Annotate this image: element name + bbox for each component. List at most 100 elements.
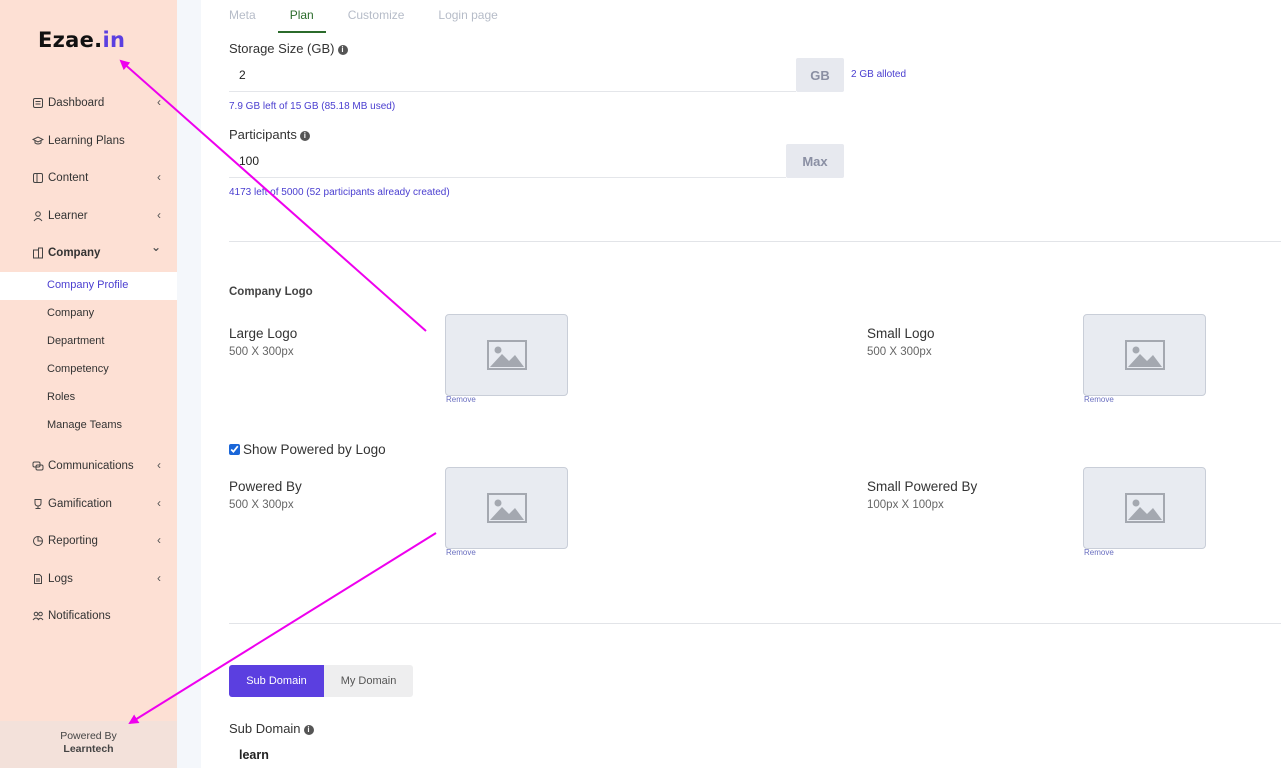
section-divider (229, 241, 1281, 242)
small-powered-by-size: 100px X 100px (867, 499, 944, 511)
sidebar-item-label: Notifications (48, 610, 111, 622)
sidebar-item-label: Learner (48, 210, 88, 222)
chat-icon (32, 460, 44, 472)
participants-label-text: Participants (229, 127, 297, 142)
chevron-left-icon: ‹ (157, 208, 161, 222)
sidebar-item-logs[interactable]: Logs ‹ (32, 568, 167, 590)
sidebar-item-gamification[interactable]: Gamification ‹ (32, 493, 167, 515)
sidebar-item-label: Reporting (48, 535, 98, 547)
storage-size-label-text: Storage Size (GB) (229, 41, 335, 56)
sub-domain-field[interactable] (229, 738, 829, 768)
storage-alloted-text: 2 GB alloted (851, 69, 907, 80)
large-logo-upload[interactable] (445, 314, 568, 396)
small-logo-size: 500 X 300px (867, 346, 932, 358)
sub-domain-label: Sub Domain i (229, 721, 314, 736)
show-powered-checkbox[interactable] (229, 444, 240, 455)
sidebar-item-learning-plans[interactable]: Learning Plans (32, 130, 167, 152)
chevron-left-icon: ‹ (157, 170, 161, 184)
sub-domain-label-text: Sub Domain (229, 721, 301, 736)
show-powered-row: Show Powered by Logo (229, 442, 386, 457)
users-icon (32, 610, 44, 622)
brand-logo-text: Ezae. (38, 28, 103, 52)
sidebar-item-label: Dashboard (48, 97, 105, 109)
powered-by-logo-upload[interactable] (445, 467, 568, 549)
storage-size-label: Storage Size (GB) i (229, 41, 348, 56)
graduation-cap-icon (32, 135, 44, 147)
content-gutter (177, 0, 201, 768)
company-group-bg (0, 232, 177, 272)
content-icon (32, 172, 44, 184)
participants-field[interactable] (229, 144, 786, 178)
show-powered-label: Show Powered by Logo (243, 442, 386, 457)
small-logo-label: Small Logo (867, 326, 935, 341)
small-logo-remove-link[interactable]: Remove (1084, 395, 1114, 404)
large-logo-remove-link[interactable]: Remove (446, 395, 476, 404)
trophy-icon (32, 498, 44, 510)
small-powered-by-upload[interactable] (1083, 467, 1206, 549)
small-powered-by-label: Small Powered By (867, 479, 978, 494)
learner-icon (32, 210, 44, 222)
image-placeholder-icon (1124, 340, 1165, 370)
sidebar-item-dashboard[interactable]: Dashboard ‹ (32, 92, 167, 114)
storage-size-field[interactable] (229, 58, 796, 92)
powered-by-remove-link[interactable]: Remove (446, 548, 476, 557)
my-domain-tab[interactable]: My Domain (324, 665, 413, 697)
large-logo-size: 500 X 300px (229, 346, 294, 358)
image-placeholder-icon (1124, 493, 1165, 523)
info-icon[interactable]: i (299, 131, 310, 141)
sidebar-item-label: Learning Plans (48, 135, 125, 147)
chevron-left-icon: ‹ (157, 571, 161, 585)
powered-by-text: Powered By (60, 730, 117, 742)
settings-tabs: Meta Plan Customize Login page (229, 0, 532, 33)
sidebar-item-label: Communications (48, 460, 134, 472)
sidebar-subitem-company[interactable]: Company (47, 307, 94, 319)
sidebar-item-content[interactable]: Content ‹ (32, 167, 167, 189)
chevron-left-icon: ‹ (157, 458, 161, 472)
storage-unit-addon: GB (796, 58, 844, 92)
participants-label: Participants i (229, 127, 310, 142)
participants-max-addon: Max (786, 144, 844, 178)
powered-by-footer: Powered By Learntech (0, 721, 177, 768)
tab-meta[interactable]: Meta (229, 0, 256, 33)
participants-hint: 4173 left of 5000 (52 participants alrea… (229, 187, 450, 198)
sidebar-item-label: Gamification (48, 498, 112, 510)
image-placeholder-icon (486, 493, 527, 523)
sidebar-item-reporting[interactable]: Reporting ‹ (32, 530, 167, 552)
sidebar-item-label: Logs (48, 573, 73, 585)
sidebar-subitem-manage-teams[interactable]: Manage Teams (47, 419, 122, 431)
tab-plan[interactable]: Plan (277, 0, 326, 33)
storage-size-input[interactable] (229, 58, 796, 91)
sidebar-subitem-roles[interactable]: Roles (47, 391, 75, 403)
sidebar-item-learner[interactable]: Learner ‹ (32, 205, 167, 227)
tab-customize[interactable]: Customize (348, 0, 405, 33)
section-divider (229, 623, 1281, 624)
chevron-left-icon: ‹ (157, 533, 161, 547)
brand-logo-accent: in (102, 28, 126, 52)
small-powered-by-remove-link[interactable]: Remove (1084, 548, 1114, 557)
tab-login-page[interactable]: Login page (438, 0, 497, 33)
sidebar-subitem-competency[interactable]: Competency (47, 363, 109, 375)
sidebar-subitem-label: Company Profile (47, 279, 129, 291)
info-icon[interactable]: i (337, 45, 348, 55)
info-icon[interactable]: i (303, 725, 314, 735)
sub-domain-input[interactable] (229, 738, 829, 768)
sidebar-item-communications[interactable]: Communications ‹ (32, 455, 167, 477)
participants-input[interactable] (229, 144, 786, 177)
chevron-left-icon: ‹ (157, 496, 161, 510)
image-placeholder-icon (486, 340, 527, 370)
sub-domain-tab[interactable]: Sub Domain (229, 665, 324, 697)
brand-logo[interactable]: Ezae.in (38, 28, 125, 52)
chevron-left-icon: ‹ (157, 95, 161, 109)
sidebar-subitem-department[interactable]: Department (47, 335, 104, 347)
document-icon (32, 573, 44, 585)
small-logo-upload[interactable] (1083, 314, 1206, 396)
powered-by-logo-size: 500 X 300px (229, 499, 294, 511)
powered-by-brand: Learntech (63, 743, 114, 755)
sidebar-item-label: Content (48, 172, 89, 184)
pie-chart-icon (32, 535, 44, 547)
storage-hint: 7.9 GB left of 15 GB (85.18 MB used) (229, 101, 396, 112)
powered-by-logo-label: Powered By (229, 479, 302, 494)
large-logo-label: Large Logo (229, 326, 298, 341)
company-logo-title: Company Logo (229, 286, 313, 298)
sidebar-item-notifications[interactable]: Notifications (32, 605, 167, 627)
